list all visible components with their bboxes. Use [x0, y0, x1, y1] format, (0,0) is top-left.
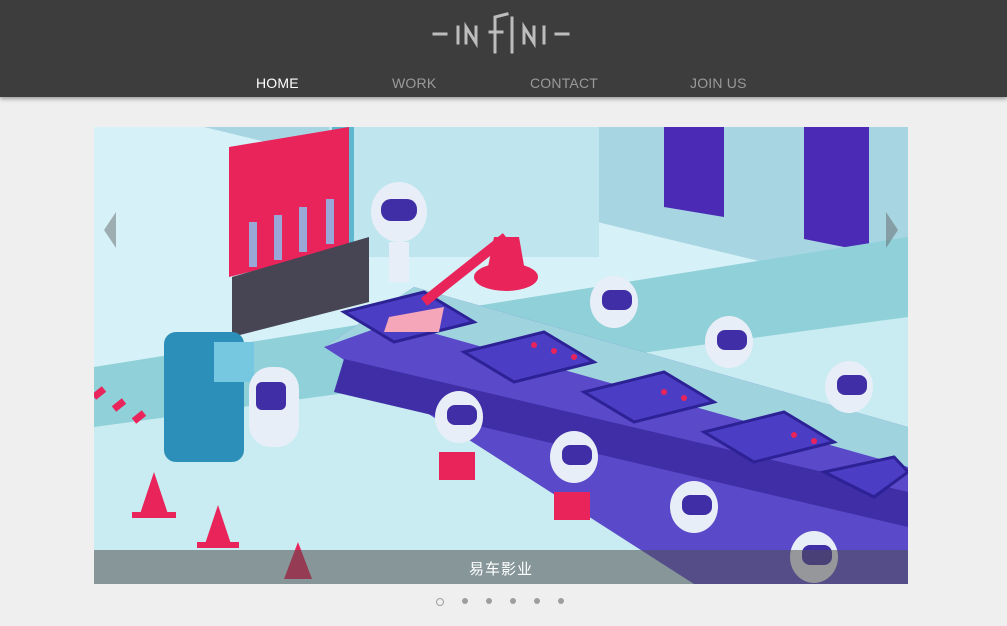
chevron-right-icon[interactable]: [882, 210, 902, 250]
pagination-dot[interactable]: [486, 598, 492, 604]
hero-slider[interactable]: 易车影业: [94, 127, 908, 584]
pagination-dot[interactable]: [462, 598, 468, 604]
slide-caption: 易车影业: [468, 561, 533, 578]
pagination-dot[interactable]: [510, 598, 516, 604]
slide-caption-bar: 易车影业: [94, 550, 908, 584]
pagination-dot[interactable]: [534, 598, 540, 604]
nav-work[interactable]: WORK: [392, 75, 436, 91]
nav-join-us[interactable]: JOIN US: [690, 75, 747, 91]
nav-home[interactable]: HOME: [256, 75, 299, 91]
pagination-dot[interactable]: [436, 598, 444, 606]
pagination-dot[interactable]: [558, 598, 564, 604]
factory-illustration: [94, 127, 908, 584]
site-header: HOME WORK CONTACT JOIN US: [0, 0, 1007, 97]
nav-contact[interactable]: CONTACT: [530, 75, 598, 91]
infini-logo[interactable]: [432, 12, 570, 56]
chevron-left-icon[interactable]: [100, 210, 120, 250]
